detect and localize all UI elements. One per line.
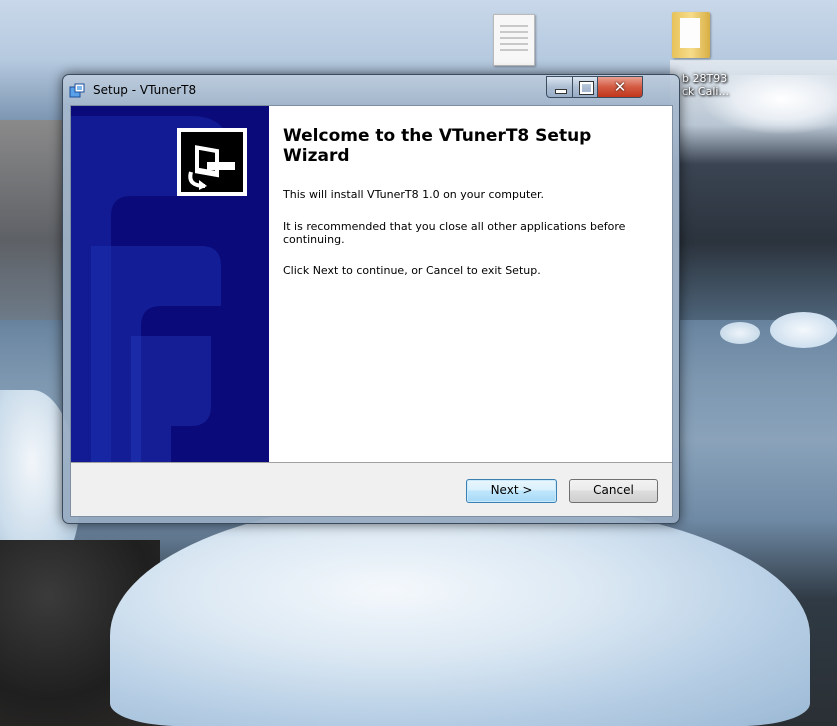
maximize-icon: [579, 81, 594, 95]
next-button[interactable]: Next >: [466, 479, 557, 503]
text-document-icon[interactable]: [493, 14, 535, 66]
instructions-text: Click Next to continue, or Cancel to exi…: [283, 264, 541, 277]
wizard-side-banner: [71, 106, 269, 462]
wallpaper-ice-floe: [770, 312, 837, 348]
wallpaper-iceberg: [110, 500, 810, 726]
welcome-heading: Welcome to the VTunerT8 Setup Wizard: [283, 126, 592, 166]
installer-logo: [177, 128, 247, 196]
maximize-button[interactable]: [572, 76, 599, 98]
wallpaper-ice-floe: [720, 322, 760, 344]
computer-install-icon: [181, 132, 243, 192]
minimize-icon: [555, 89, 567, 94]
wallpaper-cliff: [0, 120, 70, 320]
wizard-client-area: Welcome to the VTunerT8 Setup Wizard Thi…: [70, 105, 673, 517]
cancel-button[interactable]: Cancel: [569, 479, 658, 503]
window-title: Setup - VTunerT8: [93, 83, 197, 97]
close-icon: ✕: [613, 78, 627, 96]
install-info-text: This will install VTunerT8 1.0 on your c…: [283, 188, 545, 201]
folder-icon[interactable]: [672, 12, 710, 58]
folder-paper: [680, 18, 700, 48]
close-apps-text: It is recommended that you close all oth…: [283, 220, 626, 246]
folder-label[interactable]: b 28T93 ck Cali...: [682, 72, 742, 98]
minimize-button[interactable]: [546, 76, 574, 98]
setup-window[interactable]: Setup - VTunerT8 ✕ Welcome to the VTuner…: [62, 74, 680, 524]
close-button[interactable]: ✕: [597, 76, 643, 98]
title-bar[interactable]: Setup - VTunerT8 ✕: [63, 75, 679, 105]
wizard-button-bar: Next > Cancel: [71, 463, 672, 516]
setup-app-icon: [69, 83, 85, 98]
wizard-content: Welcome to the VTunerT8 Setup Wizard Thi…: [269, 106, 672, 462]
